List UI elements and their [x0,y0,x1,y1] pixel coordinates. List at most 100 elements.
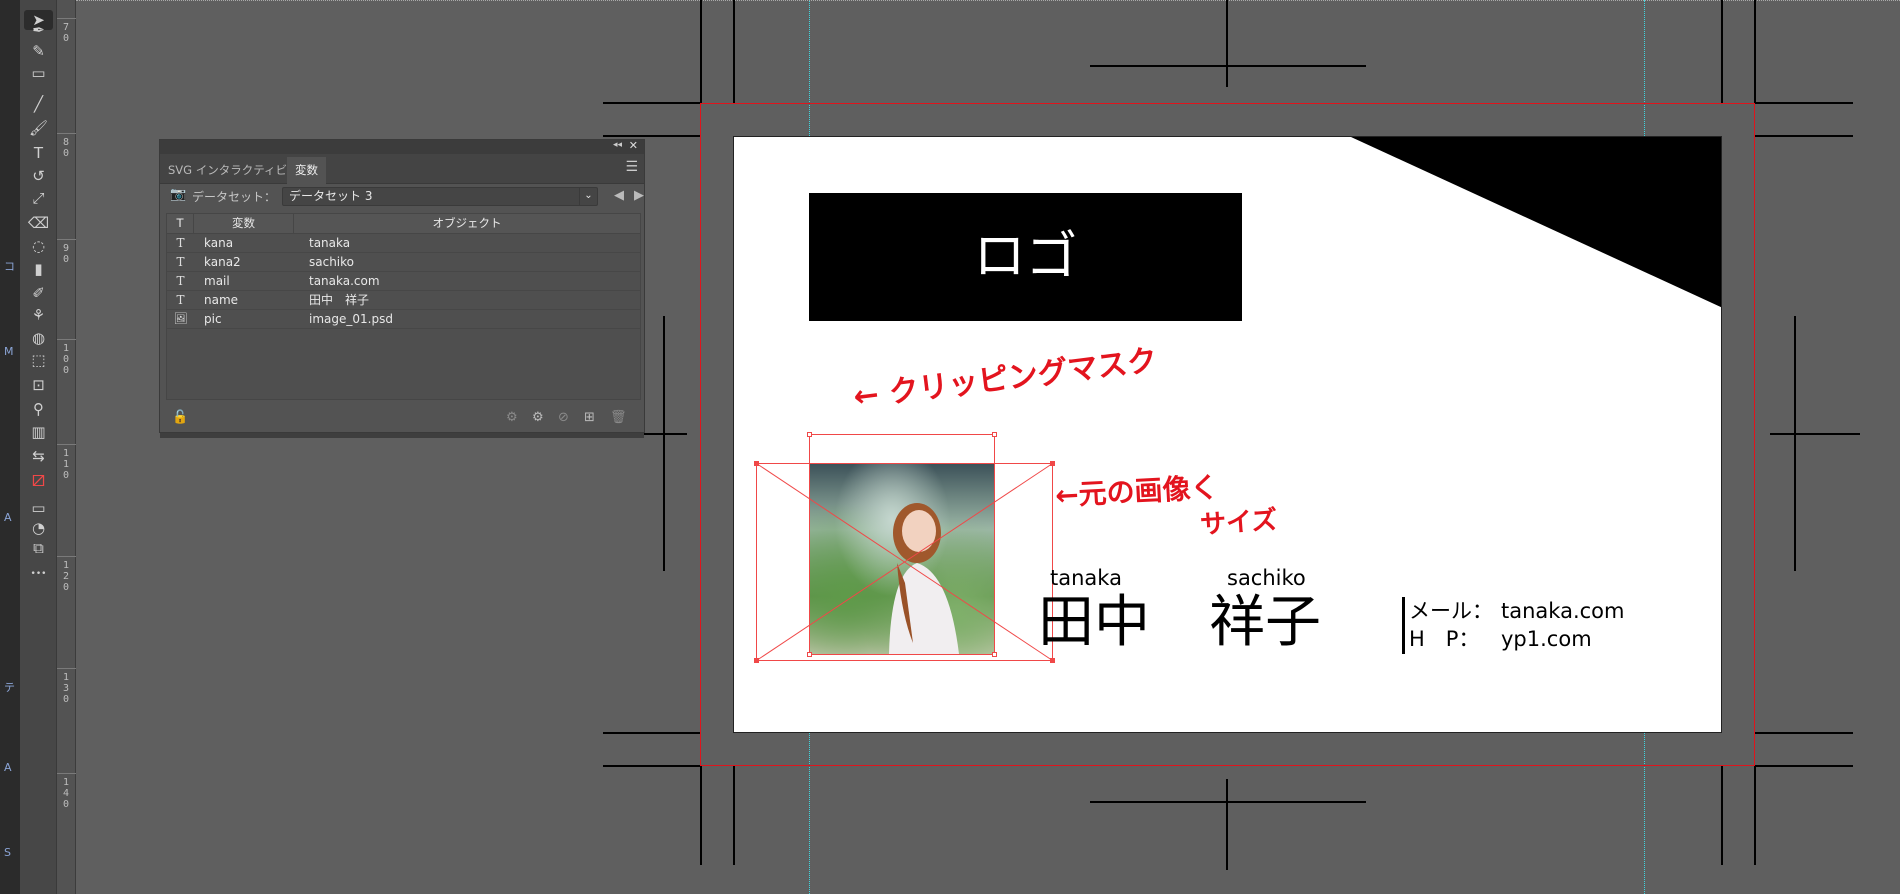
hp-value[interactable]: yp1.com [1501,625,1592,653]
text-variable-icon: T [176,255,185,269]
selection-handle[interactable] [992,652,997,657]
dock-label[interactable]: A [4,761,12,774]
color-mode-icon[interactable]: ▭ [24,498,53,518]
table-header: T 変数 オブジェクト [167,214,640,234]
camera-icon[interactable]: 📷 [170,187,186,202]
col-variable[interactable]: 変数 [194,214,294,233]
selection-handle[interactable] [754,461,759,466]
rectangle-icon[interactable]: ▭ [24,63,53,83]
selection-handle[interactable] [807,432,812,437]
tab-variables[interactable]: 変数 [287,157,326,184]
table-row[interactable]: Tkana tanaka [167,234,640,253]
panel-footer: 🔓 ⚙ ⚙ ⊘ ⊞ 🗑 [160,404,644,432]
ruler-label: 70 [62,22,70,44]
lasso-icon[interactable]: ◌ [24,236,53,256]
selection-handle[interactable] [1050,658,1055,663]
close-icon[interactable]: ✕ [629,139,638,152]
variable-name[interactable]: kana [194,234,299,252]
kana-last-name[interactable]: tanaka [1050,566,1122,590]
trash-icon[interactable]: 🗑 [610,410,627,425]
update-dataset-icon[interactable]: ⚙ [532,410,544,425]
ruler-label: 110 [62,448,70,481]
ruler-label: 80 [62,137,70,159]
logo-box[interactable]: ロゴ [809,193,1242,321]
variable-name[interactable]: name [194,291,299,309]
table-row[interactable]: 🖼 pic image_01.psd [167,310,640,329]
shape-builder-icon[interactable]: ◍ [24,328,53,348]
bound-object: 田中 祥子 [309,293,370,307]
selection-handle[interactable] [1050,461,1055,466]
eraser-icon[interactable]: ⌫ [24,213,53,233]
contact-divider [1402,597,1405,654]
text-variable-icon: T [176,274,185,288]
artboard-icon[interactable]: ⊡ [24,375,53,395]
ruler-tick [57,668,76,669]
bound-object: image_01.psd [309,312,393,326]
chevron-down-icon[interactable]: ⌄ [579,187,597,206]
line-icon[interactable]: ╱ [24,94,53,114]
dataset-select[interactable]: データセット 3 ⌄ [282,187,598,206]
draw-mode-icon[interactable]: ◔ [24,518,53,538]
panel-resize-handle[interactable] [160,433,644,438]
new-variable-icon[interactable]: ⊞ [584,410,595,425]
lock-icon[interactable]: 🔓 [172,410,188,425]
selection-handle[interactable] [807,652,812,657]
table-row[interactable]: Tkana2 sachiko [167,253,640,272]
dock-label[interactable]: テ [4,679,15,695]
graph-icon[interactable]: ▥ [24,422,53,442]
hp-label: H P： [1409,627,1480,651]
variable-name[interactable]: kana2 [194,253,299,271]
screen-mode-icon[interactable]: ⧉ [24,538,53,558]
previous-dataset-icon[interactable]: ◀ [614,188,624,203]
variables-panel[interactable]: ◂◂ ✕ SVG インタラクティビティ 変数 ☰ 📷 データセット： データセッ… [159,139,645,438]
scale-icon[interactable]: ⤢ [24,188,53,208]
free-transform-icon[interactable]: ⬚ [24,350,53,370]
table-row[interactable]: Tmail tanaka.com [167,272,640,291]
curvature-icon[interactable]: ✎ [24,41,53,61]
pen-icon[interactable]: ✒ [24,20,53,40]
more-tools-icon[interactable]: ••• [24,564,53,584]
panel-menu-icon[interactable]: ☰ [625,159,638,175]
text-variable-icon: T [176,236,185,250]
rotate-icon[interactable]: ↺ [24,166,53,186]
bound-object: tanaka.com [309,274,380,288]
gradient-icon[interactable]: ▮ [24,259,53,279]
next-dataset-icon[interactable]: ▶ [634,188,644,203]
variable-name[interactable]: pic [194,310,299,328]
ruler-label: 140 [62,777,70,810]
ruler-label: 120 [62,560,70,593]
unbind-icon[interactable]: ⊘ [558,410,569,425]
dock-label[interactable]: M [4,345,14,358]
fill-stroke-icon[interactable]: ⧄ [24,469,53,498]
eyedropper-icon[interactable]: ✐ [24,283,53,303]
dock-label[interactable]: S [4,846,11,859]
dock-label[interactable]: コ [4,258,15,274]
col-object[interactable]: オブジェクト [294,214,640,233]
selection-handle[interactable] [992,432,997,437]
vertical-ruler[interactable]: 70 80 90 100 110 120 130 140 [57,0,76,894]
mail-value[interactable]: tanaka.com [1501,597,1624,625]
dock-label[interactable]: A [4,511,12,524]
last-name[interactable]: 田中 [1038,590,1150,656]
brush-icon[interactable]: 🖌 [24,118,53,138]
bound-object: sachiko [309,255,355,269]
selection-handle[interactable] [754,658,759,663]
panel-titlebar[interactable]: ◂◂ ✕ [160,139,644,154]
swap-colors-icon[interactable]: ⇆ [24,446,53,466]
table-row[interactable]: Tname 田中 祥子 [167,291,640,310]
ruler-tick [57,18,76,19]
ruler-tick [57,556,76,557]
col-type[interactable]: T [167,214,194,233]
variable-name[interactable]: mail [194,272,299,290]
collapse-icon[interactable]: ◂◂ [613,140,622,150]
kana-first-name[interactable]: sachiko [1227,566,1306,590]
dataset-label: データセット： [192,190,277,204]
first-name[interactable]: 祥子 [1209,590,1321,656]
zoom-icon[interactable]: ⚲ [24,399,53,419]
dataset-value: データセット 3 [289,189,373,203]
left-dock: コ M A テ A S [0,0,20,894]
puppet-warp-icon[interactable]: ⚘ [24,305,53,325]
capture-dataset-icon[interactable]: ⚙ [506,410,518,425]
profile-photo[interactable] [809,463,994,654]
type-icon[interactable]: T [24,143,53,163]
